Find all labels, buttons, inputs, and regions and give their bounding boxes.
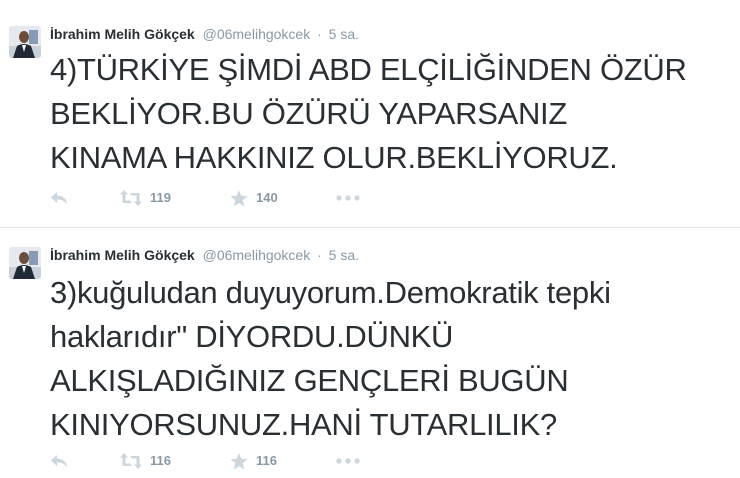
author-fullname[interactable]: İbrahim Melih Gökçek xyxy=(50,26,195,42)
tweet-text: 4)TÜRKİYE ŞİMDİ ABD ELÇİLİĞİNDEN ÖZÜR BE… xyxy=(50,48,730,180)
tweet-text-line: 3)kuğuludan duyuyorum.Demokratik tepki xyxy=(50,275,611,310)
header-separator: · xyxy=(317,26,322,42)
tweet-text-line: 4)TÜRKİYE ŞİMDİ ABD ELÇİLİĞİNDEN ÖZÜR xyxy=(50,52,687,87)
favorite-count[interactable]: 116 xyxy=(256,451,277,471)
retweet-icon xyxy=(120,190,142,206)
more-button[interactable] xyxy=(336,451,360,471)
favorite-button[interactable]: 116 xyxy=(230,451,277,471)
more-dots-icon xyxy=(336,195,360,201)
more-button[interactable] xyxy=(336,188,360,208)
header-separator: · xyxy=(317,247,322,263)
avatar[interactable] xyxy=(9,247,41,279)
star-icon xyxy=(230,189,248,207)
favorite-button[interactable]: 140 xyxy=(230,188,278,208)
reply-button[interactable] xyxy=(50,188,68,208)
tweet-text-line: haklarıdır" DİYORDU.DÜNKÜ xyxy=(50,319,454,354)
retweet-icon xyxy=(120,453,142,469)
retweet-count[interactable]: 119 xyxy=(150,188,171,208)
author-fullname[interactable]: İbrahim Melih Gökçek xyxy=(50,247,195,263)
tweet[interactable]: İbrahim Melih Gökçek @06melihgokcek · 5 … xyxy=(0,230,740,478)
more-dots-icon xyxy=(336,458,360,464)
avatar-image xyxy=(9,247,41,279)
author-username[interactable]: @06melihgokcek xyxy=(203,247,311,263)
tweet-stream: İbrahim Melih Gökçek @06melihgokcek · 5 … xyxy=(0,0,740,478)
reply-icon xyxy=(50,191,68,205)
retweet-button[interactable]: 119 xyxy=(120,188,171,208)
tweet-text-line: BEKLİYOR.BU ÖZÜRÜ YAPARSANIZ xyxy=(50,96,567,131)
star-icon xyxy=(230,452,248,470)
avatar[interactable] xyxy=(9,26,41,58)
tweet[interactable]: İbrahim Melih Gökçek @06melihgokcek · 5 … xyxy=(0,0,740,226)
tweet-header: İbrahim Melih Gökçek @06melihgokcek · 5 … xyxy=(50,245,359,265)
favorite-count[interactable]: 140 xyxy=(256,188,278,208)
tweet-header: İbrahim Melih Gökçek @06melihgokcek · 5 … xyxy=(50,24,359,44)
reply-button[interactable] xyxy=(50,451,68,471)
retweet-button[interactable]: 116 xyxy=(120,451,171,471)
tweet-text-line: ALKIŞLADIĞINIZ GENÇLERİ BUGÜN xyxy=(50,363,569,398)
reply-icon xyxy=(50,454,68,468)
tweet-divider xyxy=(0,227,740,228)
avatar-image xyxy=(9,26,41,58)
tweet-text-line: KINAMA HAKKINIZ OLUR.BEKLİYORUZ. xyxy=(50,140,618,175)
tweet-actions: 119 140 xyxy=(50,188,450,208)
tweet-timestamp[interactable]: 5 sa. xyxy=(329,247,359,263)
tweet-actions: 116 116 xyxy=(50,451,450,471)
author-username[interactable]: @06melihgokcek xyxy=(203,26,311,42)
retweet-count[interactable]: 116 xyxy=(150,451,171,471)
tweet-text-line: KINIYORSUNUZ.HANİ TUTARLILIK? xyxy=(50,407,557,442)
tweet-text: 3)kuğuludan duyuyorum.Demokratik tepki h… xyxy=(50,271,730,447)
tweet-timestamp[interactable]: 5 sa. xyxy=(329,26,359,42)
